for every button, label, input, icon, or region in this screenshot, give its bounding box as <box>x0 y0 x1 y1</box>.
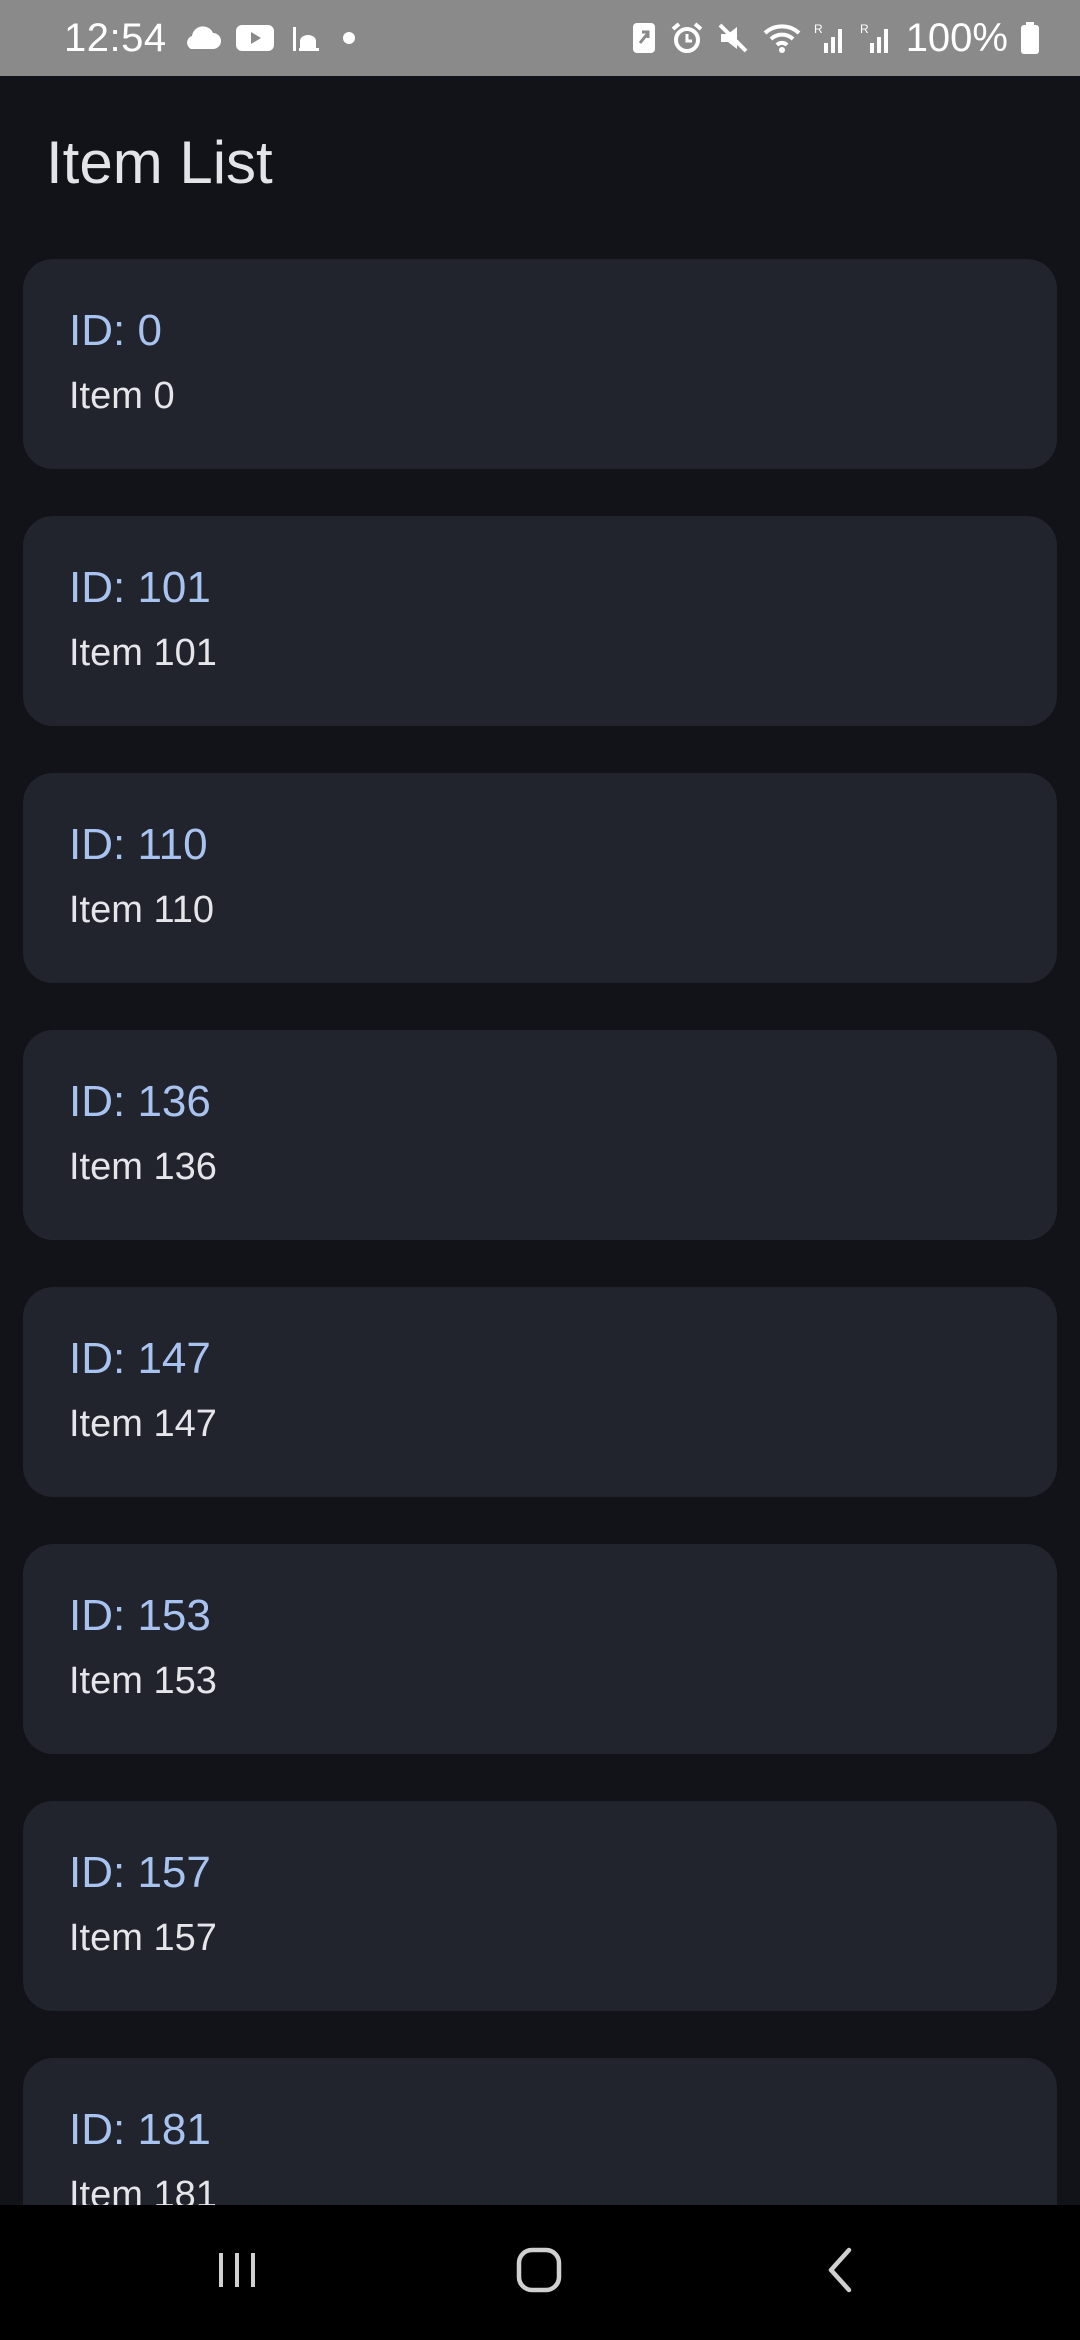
list-item[interactable]: ID: 181 Item 181 <box>23 2058 1057 2205</box>
home-button[interactable] <box>439 2205 639 2340</box>
signal-icon: R <box>860 21 894 55</box>
dot-icon <box>337 23 361 53</box>
list-item[interactable]: ID: 147 Item 147 <box>23 1287 1057 1497</box>
mosque-icon <box>289 23 323 53</box>
list-item[interactable]: ID: 136 Item 136 <box>23 1030 1057 1240</box>
battery-percent: 100% <box>905 15 1008 60</box>
item-id: ID: 101 <box>69 563 211 612</box>
status-bar: 12:54 R R 100% <box>0 0 1080 76</box>
item-id: ID: 110 <box>69 820 208 869</box>
item-name: Item 157 <box>69 1917 217 1959</box>
cloud-icon <box>181 23 221 53</box>
svg-text:R: R <box>860 22 869 36</box>
status-left: 12:54 <box>64 16 630 61</box>
back-button[interactable] <box>742 2205 942 2340</box>
screen: 12:54 R R 100% Item List ID: 0 Item 0 ID… <box>0 0 1080 2340</box>
mute-icon <box>716 21 750 55</box>
item-name: Item 147 <box>69 1403 217 1445</box>
list-item[interactable]: ID: 157 Item 157 <box>23 1801 1057 2011</box>
recents-icon <box>212 2245 262 2300</box>
item-id: ID: 157 <box>69 1848 211 1897</box>
nfc-icon <box>630 21 658 55</box>
item-id: ID: 153 <box>69 1591 211 1640</box>
back-icon <box>817 2245 867 2300</box>
item-name: Item 153 <box>69 1660 217 1702</box>
list-item[interactable]: ID: 101 Item 101 <box>23 516 1057 726</box>
list-item[interactable]: ID: 110 Item 110 <box>23 773 1057 983</box>
youtube-icon <box>235 23 275 53</box>
battery-icon <box>1020 21 1040 55</box>
item-name: Item 110 <box>69 889 215 931</box>
alarm-icon <box>670 21 704 55</box>
svg-text:R: R <box>814 22 823 36</box>
item-name: Item 0 <box>69 375 175 417</box>
item-list[interactable]: ID: 0 Item 0 ID: 101 Item 101 ID: 110 It… <box>23 259 1057 2205</box>
item-name: Item 181 <box>69 2174 217 2205</box>
status-right: R R 100% <box>630 16 1040 61</box>
item-id: ID: 181 <box>69 2105 211 2154</box>
navigation-bar <box>0 2205 1080 2340</box>
item-name: Item 101 <box>69 632 217 674</box>
signal-icon: R <box>814 21 848 55</box>
item-id: ID: 136 <box>69 1077 211 1126</box>
wifi-icon <box>762 21 802 55</box>
item-id: ID: 147 <box>69 1334 211 1383</box>
recents-button[interactable] <box>137 2205 337 2340</box>
status-time: 12:54 <box>64 15 167 60</box>
list-item[interactable]: ID: 0 Item 0 <box>23 259 1057 469</box>
item-id: ID: 0 <box>69 306 162 355</box>
item-name: Item 136 <box>69 1146 217 1188</box>
home-icon <box>514 2245 564 2300</box>
list-item[interactable]: ID: 153 Item 153 <box>23 1544 1057 1754</box>
page-title: Item List <box>46 129 273 196</box>
